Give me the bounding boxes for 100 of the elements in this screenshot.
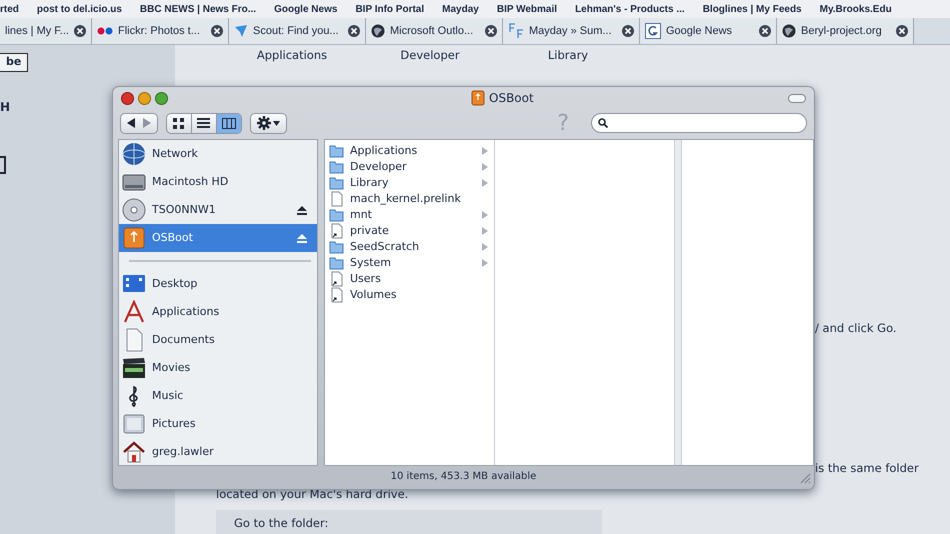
close-icon[interactable] (485, 25, 497, 37)
document-icon (329, 191, 344, 207)
back-icon (127, 118, 135, 128)
folder-icon (329, 175, 344, 191)
bookmark-link[interactable]: My.Brooks.Edu (820, 2, 892, 16)
bookmark-link[interactable]: Mayday (442, 2, 479, 16)
tab-title: Beryl-project.org (801, 24, 883, 39)
action-button[interactable] (250, 112, 287, 134)
file-row[interactable]: System (325, 255, 494, 271)
sidebar-item[interactable]: Movies (119, 354, 317, 382)
logo-icon (508, 23, 524, 39)
browser-tab[interactable]: Scout: Find you... (229, 18, 366, 44)
file-row[interactable]: Applications (325, 143, 494, 159)
sidebar-item[interactable]: Documents (119, 326, 317, 354)
folder-icon (329, 207, 344, 223)
drive-icon (471, 90, 485, 106)
bookmark-link[interactable]: BBC NEWS | News Fro... (140, 2, 256, 16)
sidebar-item[interactable]: Desktop (119, 270, 317, 298)
back-forward-button[interactable] (120, 112, 158, 134)
gear-icon (257, 116, 271, 130)
body-text: is the same folder (815, 460, 919, 477)
sidebar-item[interactable]: Pictures (119, 410, 317, 438)
close-icon[interactable] (896, 25, 908, 37)
bird-icon (234, 24, 248, 38)
sidebar-item[interactable]: Network (119, 140, 317, 168)
tab-title: Google News (666, 24, 734, 39)
dots-icon (97, 26, 113, 36)
browser-tab[interactable]: Microsoft Outlo... (366, 18, 503, 44)
close-icon[interactable] (759, 25, 771, 37)
bookmark-link[interactable]: Lehman's - Products ... (575, 2, 685, 16)
drive-icon (122, 226, 146, 250)
search-field[interactable] (591, 113, 807, 133)
body-text: / and click Go. (815, 320, 897, 337)
outlined-box (0, 156, 6, 174)
tab-title: Microsoft Outlo... (390, 24, 474, 39)
close-button[interactable] (121, 92, 134, 104)
nav-link[interactable]: Library (499, 47, 637, 64)
folder-icon (329, 159, 344, 175)
sidebar-item[interactable]: TSO0NNW1 (119, 196, 317, 224)
view-switcher[interactable] (166, 112, 242, 134)
tab-title: Mayday » Sum... (529, 24, 613, 39)
file-row[interactable]: Users (325, 271, 494, 287)
bookmark-link[interactable]: BIP Info Portal (355, 2, 424, 16)
close-icon[interactable] (211, 25, 223, 37)
sidebar-item[interactable]: Macintosh HD (119, 168, 317, 196)
browser-tab[interactable]: Google News (640, 18, 777, 44)
clapperboard-icon (122, 356, 146, 380)
eject-icon[interactable] (297, 206, 307, 214)
sidebar-item[interactable]: Applications (119, 298, 317, 326)
tab-title: Scout: Find you... (253, 24, 340, 39)
folder-icon (329, 239, 344, 255)
list-view-icon (197, 116, 211, 130)
status-text: 10 items, 453.3 MB available (390, 470, 536, 484)
browser-tab[interactable]: Flickr: Photos t... (92, 18, 229, 44)
globe-icon (371, 24, 385, 38)
nav-link[interactable]: Developer (361, 47, 499, 64)
globe-icon (782, 24, 796, 38)
alias-file-icon (329, 271, 344, 287)
body-text: located on your Mac's hard drive. (216, 486, 408, 503)
globe-icon (122, 142, 146, 166)
browser-tab[interactable]: Mayday » Sum... (503, 18, 640, 44)
bookmark-link[interactable]: Google News (274, 2, 338, 16)
forward-icon (143, 118, 151, 128)
disc-icon (122, 198, 146, 222)
file-row[interactable]: Volumes (325, 287, 494, 303)
page-button[interactable]: be (0, 53, 28, 72)
file-row[interactable]: Developer (325, 159, 494, 175)
bookmark-link[interactable]: Bloglines | My Feeds (702, 2, 802, 16)
column-view-icon (222, 116, 236, 130)
nav-link[interactable]: Applications (223, 47, 361, 64)
close-icon[interactable] (622, 25, 634, 37)
zoom-button[interactable] (155, 92, 168, 104)
file-row[interactable]: private (325, 223, 494, 239)
file-row[interactable]: mnt (325, 207, 494, 223)
alias-file-icon (329, 287, 344, 303)
sidebar-item[interactable]: OSBoot (119, 224, 317, 252)
browser-tab[interactable]: Beryl-project.org (777, 18, 914, 44)
sidebar-item[interactable]: Music (119, 382, 317, 410)
folder-icon (329, 255, 344, 271)
file-row[interactable]: Library (325, 175, 494, 191)
file-row[interactable]: mach_kernel.prelink (325, 191, 494, 207)
browser-tab[interactable]: lines | My F... (0, 18, 92, 44)
minimize-button[interactable] (138, 92, 151, 104)
note-text: Go to the folder: (234, 515, 328, 532)
icon-view-icon (172, 116, 186, 130)
close-icon[interactable] (74, 25, 86, 37)
sidebar-item[interactable]: greg.lawler (119, 438, 317, 465)
file-row[interactable]: SeedScratch (325, 239, 494, 255)
tab-title: lines | My F... (5, 24, 69, 39)
close-icon[interactable] (348, 25, 360, 37)
toolbar-toggle-button[interactable] (788, 94, 806, 102)
section-heading: H (0, 99, 10, 116)
picture-frame-icon (122, 412, 146, 436)
bookmark-link[interactable]: BIP Webmail (496, 2, 558, 16)
resize-grip-icon (799, 472, 811, 484)
bookmark-link[interactable]: rted (0, 2, 19, 16)
view-button[interactable] (216, 114, 241, 132)
bookmark-link[interactable]: post to del.icio.us (36, 2, 122, 16)
tab-title: Flickr: Photos t... (118, 24, 201, 39)
square-logo-icon (645, 23, 661, 39)
